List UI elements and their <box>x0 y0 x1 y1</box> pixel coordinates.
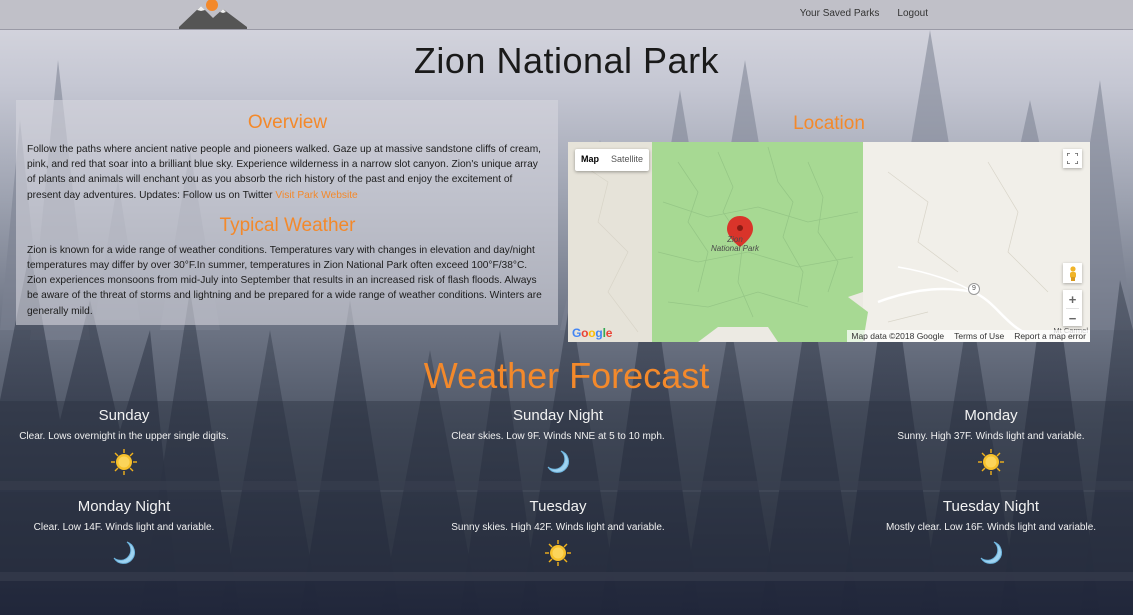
map-data-text: Map data ©2018 Google <box>851 331 945 341</box>
period-description: Clear. Lows overnight in the upper singl… <box>19 431 229 442</box>
forecast-period: Monday Night Clear. Low 14F. Winds light… <box>0 498 312 572</box>
sun-icon <box>110 448 138 476</box>
fullscreen-icon[interactable] <box>1063 149 1082 168</box>
map-type-map-button[interactable]: Map <box>575 149 605 171</box>
moon-icon <box>544 448 572 476</box>
period-description: Clear skies. Low 9F. Winds NNE at 5 to 1… <box>451 431 665 442</box>
forecast-period: Tuesday Night Mostly clear. Low 16F. Win… <box>803 498 1133 572</box>
nav-link-saved-parks[interactable]: Your Saved Parks <box>800 8 880 19</box>
page-title: Zion National Park <box>413 40 720 81</box>
period-description: Sunny. High 37F. Winds light and variabl… <box>897 431 1085 442</box>
period-name: Monday <box>964 407 1018 424</box>
google-logo[interactable]: Google <box>572 326 612 340</box>
forecast-period: Tuesday Sunny skies. High 42F. Winds lig… <box>370 498 746 572</box>
forecast-period: Sunday Clear. Lows overnight in the uppe… <box>0 407 312 481</box>
period-description: Sunny skies. High 42F. Winds light and v… <box>451 522 665 533</box>
period-name: Sunday <box>98 407 150 424</box>
forecast-row: Monday Night Clear. Low 14F. Winds light… <box>0 492 1133 581</box>
overview-text: Follow the paths where ancient native pe… <box>27 142 548 203</box>
typical-weather-text: Zion is known for a wide range of weathe… <box>27 244 542 317</box>
period-name: Monday Night <box>77 498 171 515</box>
zoom-control: + − <box>1063 290 1082 326</box>
period-description: Clear. Low 14F. Winds light and variable… <box>33 522 215 533</box>
nav-links: Your Saved Parks Logout <box>800 8 928 19</box>
zoom-in-button[interactable]: + <box>1063 290 1082 308</box>
period-name: Tuesday Night <box>942 498 1040 515</box>
terms-of-use-link[interactable]: Terms of Use <box>954 331 1004 342</box>
nav-link-logout[interactable]: Logout <box>897 8 928 19</box>
map-type-satellite-button[interactable]: Satellite <box>605 149 649 171</box>
forecast-period: Sunday Night Clear skies. Low 9F. Winds … <box>370 407 746 481</box>
period-name: Tuesday <box>529 498 587 515</box>
forecast-row: Sunday Clear. Lows overnight in the uppe… <box>0 401 1133 490</box>
mountain-logo-icon[interactable] <box>179 0 247 30</box>
map-attribution: Map data ©2018 Google Terms of Use Repor… <box>847 330 1090 342</box>
sun-icon <box>544 539 572 567</box>
zoom-out-button[interactable]: − <box>1063 309 1082 327</box>
report-map-error-link[interactable]: Report a map error <box>1014 331 1086 342</box>
location-heading: Location <box>793 113 865 134</box>
overview-heading: Overview <box>247 112 328 133</box>
forecast-heading: Weather Forecast <box>423 355 710 396</box>
street-view-pegman-icon[interactable] <box>1063 263 1082 283</box>
map-place-label: Zion National Park <box>711 235 760 253</box>
route-shield-icon: 9 <box>968 283 980 295</box>
park-info-panel: Overview Follow the paths where ancient … <box>16 100 558 325</box>
map-canvas[interactable] <box>568 142 1090 342</box>
map-type-control: Map Satellite <box>575 149 650 171</box>
forecast-period: Monday Sunny. High 37F. Winds light and … <box>803 407 1133 481</box>
period-name: Sunday Night <box>512 407 604 424</box>
sun-icon <box>977 448 1005 476</box>
typical-weather-heading: Typical Weather <box>219 214 356 236</box>
moon-icon <box>977 539 1005 567</box>
navbar: Your Saved Parks Logout <box>0 0 1133 30</box>
moon-icon <box>110 539 138 567</box>
google-map[interactable]: Zion National Park 9 Mt Carmel Map Satel… <box>568 142 1090 342</box>
park-website-link[interactable]: Visit Park Website <box>275 190 357 201</box>
period-description: Mostly clear. Low 16F. Winds light and v… <box>885 522 1097 533</box>
